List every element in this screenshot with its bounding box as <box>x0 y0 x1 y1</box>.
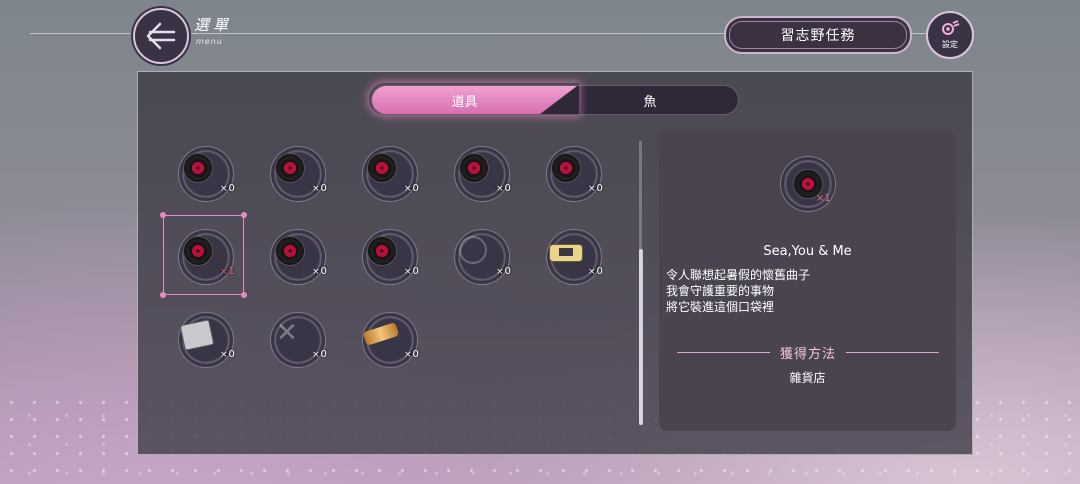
item-slot[interactable]: ×0 <box>354 142 420 208</box>
item-slot[interactable]: ×0 <box>354 308 420 374</box>
item-count: 0 <box>320 183 327 194</box>
back-button[interactable] <box>133 8 189 64</box>
item-count: 0 <box>228 349 235 360</box>
item-name: Sea,You & Me <box>763 244 852 259</box>
vinyl-record-icon <box>459 153 489 183</box>
category-tabs: 魚 道具 <box>371 85 739 115</box>
item-slot[interactable]: ×0 <box>538 225 604 291</box>
settings-button[interactable]: 設定 <box>926 11 974 59</box>
item-count: 0 <box>596 183 603 194</box>
item-count: 0 <box>412 349 419 360</box>
menu-subtitle: menu <box>196 37 223 46</box>
locked-vinyl-icon <box>459 236 487 264</box>
item-count: 0 <box>228 183 235 194</box>
item-count: 0 <box>504 266 511 277</box>
item-slot[interactable]: ×0 <box>538 142 604 208</box>
item-slot[interactable]: ×0 <box>262 225 328 291</box>
back-arrow-icon <box>146 22 176 50</box>
game-console-icon <box>549 244 583 262</box>
vinyl-record-icon <box>275 236 305 266</box>
item-slot[interactable]: ×0 <box>354 225 420 291</box>
gear-wrench-icon <box>942 20 960 35</box>
selection-frame <box>160 212 247 298</box>
item-slot[interactable]: ×0 <box>262 142 328 208</box>
scrollbar-thumb[interactable] <box>639 249 643 425</box>
settings-label: 設定 <box>942 40 958 49</box>
menu-title: 選單 <box>194 16 233 34</box>
tab-fish[interactable]: 魚 <box>562 86 738 114</box>
item-count: 0 <box>412 266 419 277</box>
vinyl-record-icon <box>367 236 397 266</box>
obtain-source: 雜貨店 <box>789 371 826 385</box>
vinyl-record-icon <box>551 153 581 183</box>
description-line: 將它裝進這個口袋裡 <box>666 300 775 314</box>
item-slot[interactable]: ×0 <box>446 142 512 208</box>
item-description: 令人聯想起暑假的懷舊曲子 我會守護重要的事物 將它裝進這個口袋裡 <box>666 267 810 315</box>
vinyl-record-icon <box>275 153 305 183</box>
item-slot[interactable]: ✕ ×0 <box>262 308 328 374</box>
vinyl-record-icon <box>183 153 213 183</box>
tab-items[interactable]: 道具 <box>372 86 577 114</box>
vinyl-record-icon <box>367 153 397 183</box>
item-slot[interactable]: ×0 <box>446 225 512 291</box>
description-line: 我會守護重要的事物 <box>666 284 775 298</box>
item-count: 0 <box>504 183 511 194</box>
locked-item-icon: ✕ <box>276 318 298 348</box>
obtain-heading: 獲得方法 <box>677 344 940 362</box>
item-count: 0 <box>320 266 327 277</box>
item-slot[interactable]: ×0 <box>170 142 236 208</box>
mission-button[interactable]: 習志野任務 <box>724 16 912 54</box>
detail-count: ×1 <box>816 193 831 204</box>
item-slot[interactable]: ×0 <box>170 308 236 374</box>
description-line: 令人聯想起暑假的懷舊曲子 <box>666 268 811 282</box>
item-count: 0 <box>412 183 419 194</box>
item-count: 0 <box>320 349 327 360</box>
item-count: 0 <box>596 266 603 277</box>
